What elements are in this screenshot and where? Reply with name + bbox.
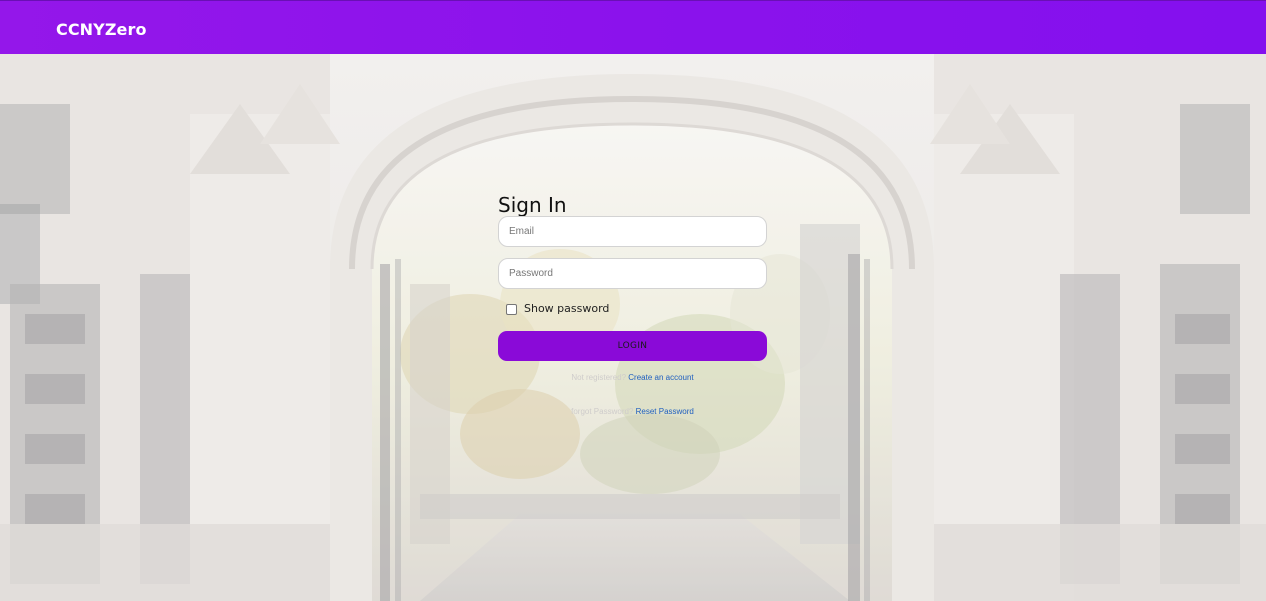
email-input[interactable] <box>498 216 767 247</box>
show-password-label[interactable]: Show password <box>524 302 609 315</box>
create-account-link[interactable]: Create an account <box>628 373 693 382</box>
register-line: Not registered? Create an account <box>498 373 767 382</box>
top-navbar: CCNYZero <box>0 0 1266 54</box>
forgot-password-line: forgot Password? Reset Password <box>498 407 767 416</box>
background-campus-gate-image <box>0 54 1266 601</box>
forgot-password-prompt: forgot Password? <box>571 407 634 416</box>
register-prompt: Not registered? <box>571 373 627 382</box>
login-button[interactable]: LOGIN <box>498 331 767 361</box>
show-password-checkbox[interactable] <box>506 304 517 315</box>
sign-in-title: Sign In <box>498 193 567 217</box>
password-input[interactable] <box>498 258 767 289</box>
brand-logo-text[interactable]: CCNYZero <box>56 20 147 39</box>
background-overlay <box>0 54 1266 601</box>
reset-password-link[interactable]: Reset Password <box>636 407 694 416</box>
